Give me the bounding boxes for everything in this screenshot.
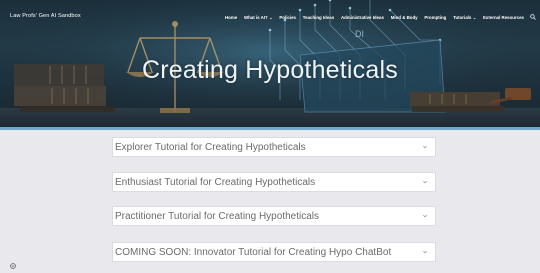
nav-item-prompting[interactable]: Prompting [424,15,446,20]
chevron-down-icon [423,214,427,218]
chevron-down-icon: ⌄ [269,14,273,20]
hero-accent-strip [0,127,540,130]
accordion-innovator-tutorial[interactable]: COMING SOON: Innovator Tutorial for Crea… [112,242,436,262]
chevron-down-icon [423,145,427,149]
nav-item-label: Policies [279,14,296,20]
nav-item-label: What is AI? [243,14,268,20]
nav-item-home[interactable]: Home [225,15,237,20]
accordion-practitioner-tutorial[interactable]: Practitioner Tutorial for Creating Hypot… [112,206,436,226]
nav-item-tutorials[interactable]: Tutorials ⌄ [453,15,476,20]
nav-item-label: Prompting [424,14,447,20]
nav-item-label: Administrative Ideas [340,14,384,20]
nav-item-label: Mind & Body [390,14,418,20]
nav-item-administrative-ideas[interactable]: Administrative Ideas [341,15,384,20]
site-title[interactable]: Law Profs' Gen AI Sandbox [10,13,81,19]
nav-item-what-is-ai[interactable]: What is AI? ⌄ [244,15,273,20]
hero-art-label: DI [355,29,364,39]
nav-item-label: External Resources [483,14,524,20]
search-icon[interactable] [530,14,536,20]
accordion-label: Practitioner Tutorial for Creating Hypot… [115,210,319,222]
chevron-down-icon: ⌄ [472,14,477,20]
accordion-explorer-tutorial[interactable]: Explorer Tutorial for Creating Hypotheti… [112,137,436,157]
hero-banner: DI Law Profs' Gen AI Sandbox Home What i… [0,0,540,130]
nav-item-label: Teaching Ideas [302,14,335,20]
accordion-enthusiast-tutorial[interactable]: Enthusiast Tutorial for Creating Hypothe… [112,172,436,192]
chevron-down-icon [423,250,427,254]
accordion-label: Enthusiast Tutorial for Creating Hypothe… [115,176,316,188]
nav-item-label: Tutorials [453,14,472,20]
main-nav: Home What is AI? ⌄ Policies Teaching Idea… [218,13,536,21]
nav-item-mind-body[interactable]: Mind & Body [391,15,418,20]
nav-item-policies[interactable]: Policies [279,15,296,20]
accordion-label: COMING SOON: Innovator Tutorial for Crea… [115,246,392,258]
nav-item-label: Home [224,14,238,20]
nav-item-teaching-ideas[interactable]: Teaching Ideas [303,15,334,20]
accordion-label: Explorer Tutorial for Creating Hypotheti… [115,141,306,153]
chevron-down-icon [423,180,427,184]
nav-item-external-resources[interactable]: External Resources [483,15,524,20]
page-title: Creating Hypotheticals [142,56,398,84]
settings-icon[interactable] [9,262,17,270]
